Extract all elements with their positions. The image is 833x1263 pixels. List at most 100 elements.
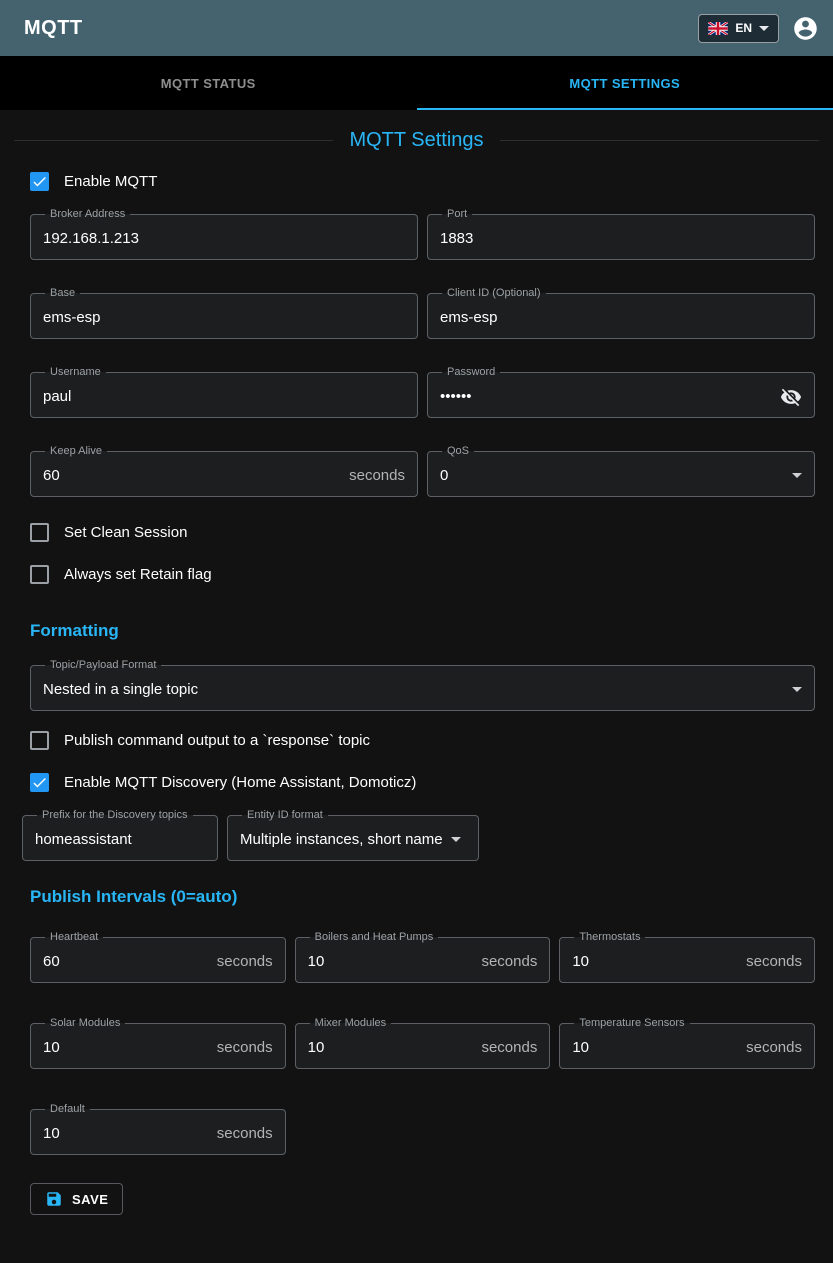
clean-session-checkbox-row[interactable]: Set Clean Session	[0, 511, 833, 553]
field-value: 0	[440, 467, 448, 484]
page-title-row: MQTT Settings	[0, 110, 833, 140]
password-visibility-button[interactable]	[780, 386, 802, 408]
checkbox-label: Enable MQTT	[64, 173, 157, 190]
field-value: Nested in a single topic	[43, 681, 198, 698]
discovery-prefix-field[interactable]: Prefix for the Discovery topics homeassi…	[22, 809, 218, 861]
tab-mqtt-status[interactable]: MQTT STATUS	[0, 56, 417, 110]
field-value: 10	[43, 1039, 60, 1056]
field-suffix: seconds	[209, 1125, 273, 1142]
entity-id-format-select[interactable]: Entity ID format Multiple instances, sho…	[227, 809, 479, 861]
field-label: Base	[45, 287, 80, 299]
field-label: Keep Alive	[45, 445, 107, 457]
enable-mqtt-checkbox[interactable]	[30, 172, 49, 191]
field-value: 1883	[440, 230, 473, 247]
tab-mqtt-settings[interactable]: MQTT SETTINGS	[417, 56, 833, 110]
field-suffix: seconds	[738, 1039, 802, 1056]
field-value: 10	[572, 953, 589, 970]
discovery-fields-row: Prefix for the Discovery topics homeassi…	[0, 803, 833, 861]
interval-solar-modules-field[interactable]: Solar Modules 10 seconds	[30, 1017, 286, 1069]
field-label: Password	[442, 366, 500, 378]
check-icon	[31, 173, 48, 190]
checkbox-label: Publish command output to a `response` t…	[64, 732, 370, 749]
retain-flag-checkbox[interactable]	[30, 565, 49, 584]
field-value: 10	[43, 1125, 60, 1142]
field-value: 60	[43, 467, 60, 484]
field-value: 10	[308, 953, 325, 970]
field-value: 10	[572, 1039, 589, 1056]
broker-address-field[interactable]: Broker Address 192.168.1.213	[30, 208, 418, 260]
field-label: Heartbeat	[45, 931, 103, 943]
client-id-field[interactable]: Client ID (Optional) ems-esp	[427, 287, 815, 339]
save-button-label: SAVE	[72, 1192, 108, 1207]
interval-heartbeat-field[interactable]: Heartbeat 60 seconds	[30, 931, 286, 983]
field-label: Temperature Sensors	[574, 1017, 689, 1029]
interval-boilers-field[interactable]: Boilers and Heat Pumps 10 seconds	[295, 931, 551, 983]
retain-flag-checkbox-row[interactable]: Always set Retain flag	[0, 553, 833, 595]
connection-fields-grid: Broker Address 192.168.1.213 Port 1883 B…	[0, 202, 833, 497]
divider	[500, 140, 819, 141]
field-value: 60	[43, 953, 60, 970]
field-label: Mixer Modules	[310, 1017, 392, 1029]
page-title: MQTT Settings	[349, 129, 483, 152]
divider	[14, 140, 333, 141]
topic-payload-format-select[interactable]: Topic/Payload Format Nested in a single …	[30, 659, 815, 711]
field-value: 192.168.1.213	[43, 230, 139, 247]
qos-select[interactable]: QoS 0	[427, 445, 815, 497]
tab-bar: MQTT STATUS MQTT SETTINGS	[0, 56, 833, 110]
field-label: Solar Modules	[45, 1017, 125, 1029]
checkbox-label: Enable MQTT Discovery (Home Assistant, D…	[64, 774, 416, 791]
mqtt-discovery-checkbox[interactable]	[30, 773, 49, 792]
interval-thermostats-field[interactable]: Thermostats 10 seconds	[559, 931, 815, 983]
field-label: Topic/Payload Format	[45, 659, 161, 671]
field-value: paul	[43, 388, 71, 405]
language-label: EN	[735, 21, 752, 35]
field-label: QoS	[442, 445, 474, 457]
password-field[interactable]: Password ••••••	[427, 366, 815, 418]
chevron-down-icon	[451, 837, 461, 842]
chevron-down-icon	[792, 473, 802, 478]
field-label: Broker Address	[45, 208, 130, 220]
field-suffix: seconds	[473, 953, 537, 970]
base-field[interactable]: Base ems-esp	[30, 287, 418, 339]
field-label: Prefix for the Discovery topics	[37, 809, 193, 821]
publish-response-checkbox[interactable]	[30, 731, 49, 750]
username-field[interactable]: Username paul	[30, 366, 418, 418]
field-suffix: seconds	[738, 953, 802, 970]
interval-temperature-sensors-field[interactable]: Temperature Sensors 10 seconds	[559, 1017, 815, 1069]
field-value: 10	[308, 1039, 325, 1056]
field-label: Client ID (Optional)	[442, 287, 546, 299]
field-value: ems-esp	[440, 309, 498, 326]
publish-response-checkbox-row[interactable]: Publish command output to a `response` t…	[0, 719, 833, 761]
field-value: homeassistant	[35, 831, 132, 848]
save-button[interactable]: SAVE	[30, 1183, 123, 1215]
enable-mqtt-checkbox-row[interactable]: Enable MQTT	[0, 160, 833, 202]
app-title: MQTT	[24, 17, 83, 40]
mqtt-discovery-checkbox-row[interactable]: Enable MQTT Discovery (Home Assistant, D…	[0, 761, 833, 803]
field-suffix: seconds	[473, 1039, 537, 1056]
account-button[interactable]	[792, 15, 819, 42]
field-suffix: seconds	[209, 953, 273, 970]
field-value: ••••••	[440, 388, 472, 405]
field-label: Default	[45, 1103, 90, 1115]
field-label: Boilers and Heat Pumps	[310, 931, 439, 943]
field-value: Multiple instances, short name	[240, 831, 443, 848]
account-circle-icon	[792, 15, 819, 42]
interval-default-field[interactable]: Default 10 seconds	[30, 1103, 286, 1155]
interval-mixer-modules-field[interactable]: Mixer Modules 10 seconds	[295, 1017, 551, 1069]
checkbox-label: Always set Retain flag	[64, 566, 212, 583]
port-field[interactable]: Port 1883	[427, 208, 815, 260]
publish-intervals-grid: Heartbeat 60 seconds Boilers and Heat Pu…	[0, 925, 833, 1155]
settings-panel: MQTT Settings Enable MQTT Broker Address…	[0, 110, 833, 1263]
keep-alive-field[interactable]: Keep Alive 60 seconds	[30, 445, 418, 497]
chevron-down-icon	[792, 687, 802, 692]
language-selector-button[interactable]: EN	[698, 14, 779, 43]
uk-flag-icon	[708, 22, 728, 35]
visibility-off-icon	[780, 386, 802, 408]
section-heading-publish-intervals: Publish Intervals (0=auto)	[0, 887, 833, 907]
save-icon	[45, 1190, 63, 1208]
field-label: Entity ID format	[242, 809, 328, 821]
clean-session-checkbox[interactable]	[30, 523, 49, 542]
field-label: Username	[45, 366, 106, 378]
field-label: Thermostats	[574, 931, 645, 943]
section-heading-formatting: Formatting	[0, 621, 833, 641]
